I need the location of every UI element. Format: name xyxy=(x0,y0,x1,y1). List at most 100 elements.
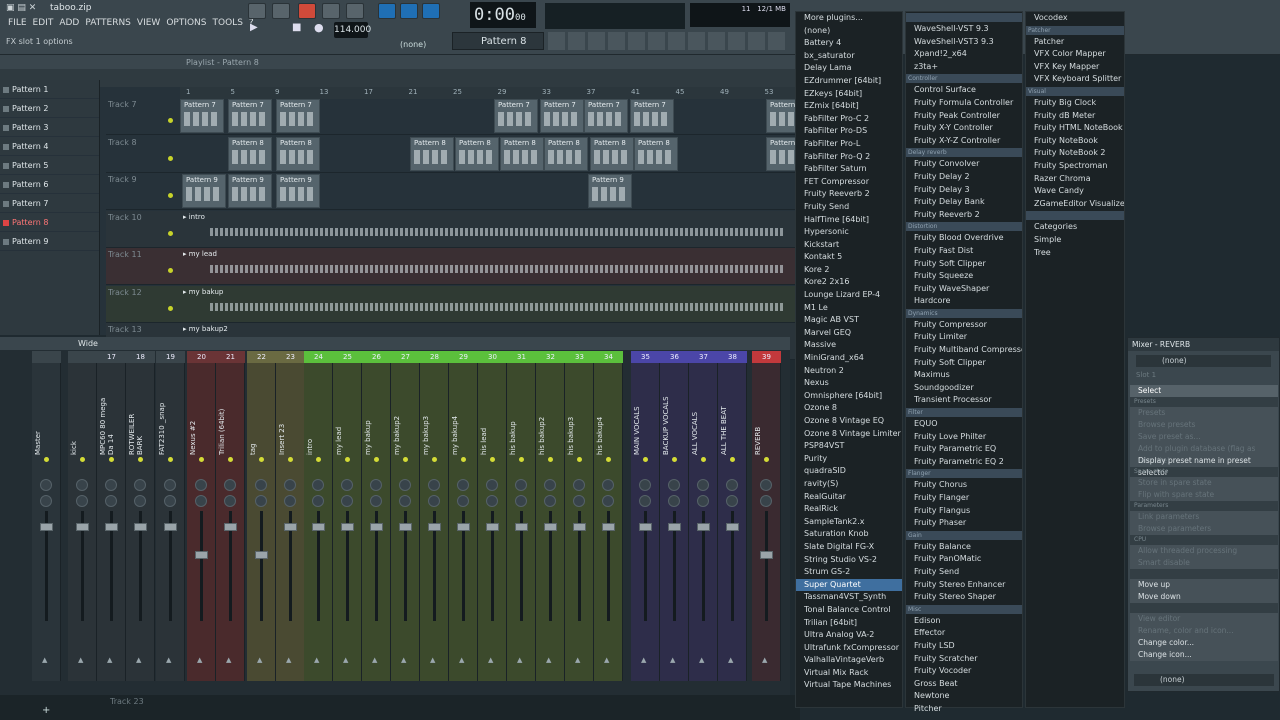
route-arrow-icon[interactable]: ▲ xyxy=(575,656,580,664)
volume-fader-handle[interactable] xyxy=(639,523,652,531)
pan-knob[interactable] xyxy=(515,479,527,491)
volume-fader-handle[interactable] xyxy=(341,523,354,531)
plugin-menu-item[interactable]: Virtual Tape Machines xyxy=(796,679,902,692)
pattern-clip[interactable]: Pattern 8 xyxy=(590,136,634,171)
pattern-clip[interactable]: Pattern 8 xyxy=(500,136,544,171)
route-arrow-icon[interactable]: ▲ xyxy=(459,656,464,664)
plugin-menu-item[interactable]: Edison xyxy=(906,615,1022,628)
plugin-menu-item[interactable]: Delay Lama xyxy=(796,62,902,75)
plugin-menu-item[interactable]: Kickstart xyxy=(796,239,902,252)
pattern-clip[interactable]: Pattern 7 xyxy=(494,99,538,133)
volume-fader-handle[interactable] xyxy=(668,523,681,531)
plugin-menu-item[interactable]: Tassman4VST_Synth xyxy=(796,591,902,604)
pan-knob[interactable] xyxy=(760,479,772,491)
plugin-menu-item[interactable]: Fruity Spectroman xyxy=(1026,160,1124,173)
plugin-menu-item[interactable]: Neutron 2 xyxy=(796,365,902,378)
plugin-menu-item[interactable]: ValhallaVintageVerb xyxy=(796,654,902,667)
pattern-clip[interactable]: Pattern 9 xyxy=(182,174,226,208)
mixer-strip[interactable]: 24 intro ▲ xyxy=(304,351,333,681)
plugin-menu-item[interactable]: Fruity Peak Controller xyxy=(906,110,1022,123)
volume-knob[interactable] xyxy=(697,495,709,507)
plugin-menu-item[interactable]: Categories xyxy=(1026,221,1124,234)
mixer-strip-led[interactable] xyxy=(730,457,735,462)
volume-knob[interactable] xyxy=(255,495,267,507)
plugin-menu-item[interactable]: Fruity PanOMatic xyxy=(906,553,1022,566)
pattern-clip[interactable]: Pattern 8 xyxy=(410,136,454,171)
plugin-menu-item[interactable]: Maximus xyxy=(906,369,1022,382)
fx-menu-item[interactable]: Move down xyxy=(1130,591,1278,603)
volume-knob[interactable] xyxy=(428,495,440,507)
route-arrow-icon[interactable]: ▲ xyxy=(78,656,83,664)
pan-knob[interactable] xyxy=(457,479,469,491)
plugin-menu-item[interactable]: FabFilter Pro-Q 2 xyxy=(796,151,902,164)
mixer-strip[interactable]: 29 my bakup4 ▲ xyxy=(449,351,478,681)
plugin-menu-item[interactable]: Fruity Reeverb 2 xyxy=(906,209,1022,222)
route-arrow-icon[interactable]: ▲ xyxy=(136,656,141,664)
route-arrow-icon[interactable]: ▲ xyxy=(42,656,47,664)
pan-knob[interactable] xyxy=(544,479,556,491)
mixer-strip[interactable]: 36 BACKUP VOCALS ▲ xyxy=(660,351,689,681)
plugin-menu-item[interactable]: EZmix [64bit] xyxy=(796,100,902,113)
plugin-menu-item[interactable]: Trilian [64bit] xyxy=(796,617,902,630)
plugin-menu-item[interactable]: Fruity Vocoder xyxy=(906,665,1022,678)
plugin-menu-item[interactable]: Fruity Compressor xyxy=(906,319,1022,332)
plugin-menu-item[interactable]: Fruity Send xyxy=(906,566,1022,579)
pattern-clip[interactable]: Pattern 7 xyxy=(584,99,628,133)
plugin-menu-item[interactable]: Simple xyxy=(1026,234,1124,247)
mixer-strip[interactable]: 19 FAT2310 _snap ▲ xyxy=(156,351,185,681)
pattern-list-item[interactable]: Pattern 1 xyxy=(0,80,99,99)
volume-knob[interactable] xyxy=(76,495,88,507)
plugin-menu-item[interactable]: Ozone 8 Vintage Limiter xyxy=(796,428,902,441)
mixer-strip-led[interactable] xyxy=(199,457,204,462)
mixer-strip[interactable]: 23 Insert 23 ▲ xyxy=(276,351,305,681)
mixer-strip[interactable]: 39 REVERB ▲ xyxy=(752,351,781,681)
mixer-strip[interactable]: 30 his lead ▲ xyxy=(478,351,507,681)
volume-knob[interactable] xyxy=(457,495,469,507)
plugin-menu-item[interactable]: Effector xyxy=(906,627,1022,640)
menu-item-patterns[interactable]: PATTERNS xyxy=(85,18,131,28)
mixer-strip[interactable]: 34 his bakup4 ▲ xyxy=(594,351,623,681)
track-mute-dot[interactable] xyxy=(168,193,173,198)
volume-fader-handle[interactable] xyxy=(224,523,237,531)
channel-rack-button[interactable] xyxy=(422,3,440,19)
mixer-strip[interactable]: 32 his bakup2 ▲ xyxy=(536,351,565,681)
plugin-menu-item[interactable]: Fruity NoteBook 2 xyxy=(1026,147,1124,160)
record-mode-button[interactable] xyxy=(298,3,316,19)
pattern-clip[interactable]: Pattern 9 xyxy=(276,174,320,208)
pan-knob[interactable] xyxy=(370,479,382,491)
plugin-menu-item[interactable]: Fruity Reeverb 2 xyxy=(796,188,902,201)
mixer-strip-led[interactable] xyxy=(288,457,293,462)
pattern-mode-button[interactable] xyxy=(248,3,266,19)
plugin-menu-item[interactable]: Tree xyxy=(1026,247,1124,260)
volume-knob[interactable] xyxy=(726,495,738,507)
route-arrow-icon[interactable]: ▲ xyxy=(670,656,675,664)
plugin-menu-item[interactable]: Fruity Delay 2 xyxy=(906,171,1022,184)
route-arrow-icon[interactable]: ▲ xyxy=(430,656,435,664)
plugin-menu-item[interactable]: Marvel GEQ xyxy=(796,327,902,340)
plugin-menu-item[interactable]: Fruity Multiband Compressor xyxy=(906,344,1022,357)
fx-preset-select[interactable]: (none) xyxy=(1136,355,1271,367)
plugin-menu-item[interactable]: Fruity Formula Controller xyxy=(906,97,1022,110)
plugin-menu-item[interactable]: Patcher xyxy=(1026,36,1124,49)
route-arrow-icon[interactable]: ▲ xyxy=(166,656,171,664)
plugin-menu-item[interactable]: Wave Candy xyxy=(1026,185,1124,198)
pattern-clip[interactable]: Pattern 9 xyxy=(228,174,272,208)
volume-knob[interactable] xyxy=(515,495,527,507)
mixer-strip[interactable]: 21 Trilian (64bit) ▲ xyxy=(216,351,245,681)
plugin-menu-item[interactable]: Fruity Love Philter xyxy=(906,431,1022,444)
plugin-menu-item[interactable]: Fruity Stereo Shaper xyxy=(906,591,1022,604)
pattern-clip[interactable]: Pattern 7 xyxy=(630,99,674,133)
route-arrow-icon[interactable]: ▲ xyxy=(762,656,767,664)
plugin-menu-item[interactable]: Razer Chroma xyxy=(1026,173,1124,186)
plugin-menu-item[interactable]: Ultrafunk fxCompressor R3 xyxy=(796,642,902,655)
audio-clip[interactable]: ▸ intro xyxy=(180,212,794,246)
pan-knob[interactable] xyxy=(639,479,651,491)
plugin-menu-item[interactable]: Fruity Balance xyxy=(906,541,1022,554)
pattern-clip[interactable]: Pattern 7 xyxy=(180,99,224,133)
piano-roll-button[interactable] xyxy=(378,3,396,19)
plugin-menu-item[interactable]: Omnisphere [64bit] xyxy=(796,390,902,403)
plugin-menu-item[interactable]: Fruity X-Y-Z Controller xyxy=(906,135,1022,148)
fx-bottom-select[interactable]: (none) xyxy=(1134,674,1274,686)
pattern-selector[interactable]: Pattern 8 xyxy=(452,32,544,50)
plugin-menu-item[interactable]: FET Compressor xyxy=(796,176,902,189)
